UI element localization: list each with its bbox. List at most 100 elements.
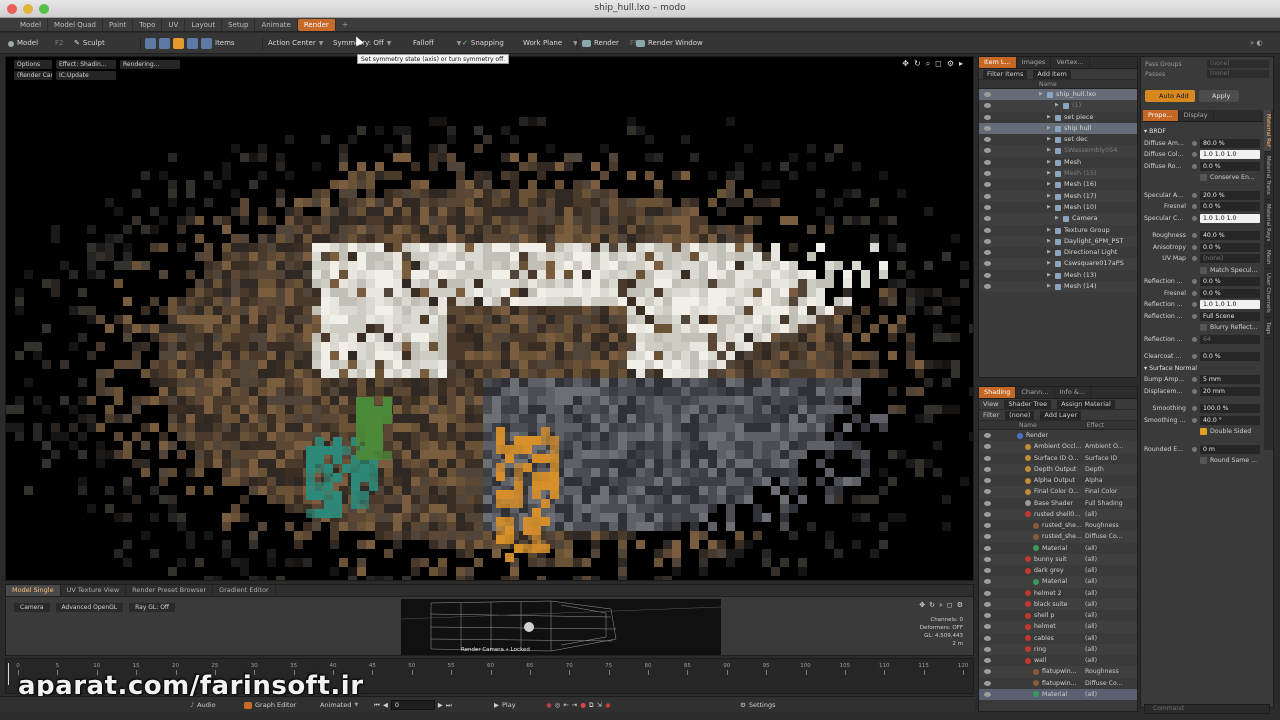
item-row[interactable]: ▶ Mesh (14)	[979, 281, 1137, 293]
shader-tree-dropdown[interactable]: Shader Tree	[1004, 399, 1052, 409]
visibility-eye-icon[interactable]	[984, 148, 991, 154]
sculpt-button[interactable]: ✎ Sculpt	[74, 37, 105, 50]
animate-channel-icon[interactable]	[1192, 152, 1197, 157]
visibility-eye-icon[interactable]	[984, 159, 991, 165]
item-row[interactable]: ▶ (1)	[979, 100, 1137, 112]
property-section-title[interactable]: ▾ Surface Normal	[1144, 364, 1197, 373]
shader-row[interactable]: rusted_she... Roughness	[979, 520, 1137, 531]
visibility-eye-icon[interactable]	[984, 193, 991, 199]
effect-column-header[interactable]: Effect	[1087, 422, 1104, 429]
shader-row[interactable]: rusted shell0... (all)	[979, 508, 1137, 520]
current-frame-field[interactable]: 0	[390, 700, 435, 710]
record-icon[interactable]: ●	[580, 700, 586, 710]
visibility-eye-icon[interactable]	[984, 444, 991, 450]
animate-channel-icon[interactable]	[1192, 354, 1197, 359]
auto-key-icon[interactable]: ⧉	[589, 700, 594, 710]
visibility-eye-icon[interactable]	[984, 171, 991, 177]
animate-channel-icon[interactable]	[1192, 388, 1197, 394]
property-value-field[interactable]: (none)	[1200, 254, 1260, 263]
command-input[interactable]: Command	[1144, 704, 1270, 714]
pan-icon[interactable]: ✥	[919, 601, 925, 610]
expand-arrow-icon[interactable]: ▶	[1047, 179, 1051, 190]
item-row[interactable]: ▶ Texture Group	[979, 225, 1137, 236]
item-row[interactable]: ▶ Mesh (10)	[979, 202, 1137, 213]
key-icon[interactable]: ◉	[546, 700, 552, 710]
visibility-eye-icon[interactable]	[984, 601, 991, 607]
shader-row[interactable]: helmet 2 (all)	[979, 588, 1137, 599]
name-column-header[interactable]: Name	[1039, 81, 1057, 88]
assign-material-button[interactable]: Assign Material	[1057, 399, 1115, 409]
animated-dropdown[interactable]: Animated ▼	[320, 700, 358, 710]
pass-groups-dropdown[interactable]: (none)	[1207, 60, 1269, 68]
animate-channel-icon[interactable]	[1192, 446, 1197, 452]
maximize-icon[interactable]: ◻	[947, 601, 953, 610]
visibility-eye-icon[interactable]	[984, 250, 991, 256]
visibility-eye-icon[interactable]	[984, 646, 991, 652]
expand-arrow-icon[interactable]: ▶	[1055, 213, 1059, 224]
visibility-eye-icon[interactable]	[984, 658, 991, 663]
item-row[interactable]: ▶ Daylight_6PM_PST	[979, 235, 1137, 248]
checkbox[interactable]	[1200, 174, 1207, 181]
shader-row[interactable]: Alpha Output Alpha	[979, 475, 1137, 486]
expand-arrow-icon[interactable]: ▶	[1047, 145, 1051, 156]
toolbar-overflow-icon[interactable]: » ◐	[1250, 37, 1263, 50]
item-row[interactable]: ▶ Mesh (13)	[979, 270, 1137, 281]
animate-channel-icon[interactable]	[1192, 377, 1197, 382]
gear-icon[interactable]: ⚙	[947, 59, 954, 69]
property-value-field[interactable]: 0.0 %	[1200, 352, 1260, 361]
expand-arrow-icon[interactable]: ▶	[1047, 112, 1051, 123]
animate-channel-icon[interactable]	[1192, 215, 1197, 221]
visibility-eye-icon[interactable]	[984, 466, 991, 472]
audio-button[interactable]: ♪ Audio	[190, 700, 216, 710]
delete-key-icon[interactable]: ◉	[605, 700, 611, 710]
shader-row[interactable]: flatupwin... Diffuse Co...	[979, 678, 1137, 689]
layout-tab-model-quad[interactable]: Model Quad	[48, 18, 103, 31]
visibility-eye-icon[interactable]	[984, 613, 991, 618]
visibility-eye-icon[interactable]	[984, 556, 991, 562]
expand-arrow-icon[interactable]: ▶	[1047, 247, 1051, 258]
zoom-icon[interactable]: ⌕	[926, 59, 930, 69]
viewport-menu-item[interactable]: Options	[14, 60, 52, 69]
item-list-tab[interactable]: Vertex...	[1051, 57, 1090, 68]
visibility-eye-icon[interactable]	[984, 92, 991, 97]
name-column-header[interactable]: Name	[1019, 422, 1037, 429]
property-value-field[interactable]: 5 mm	[1200, 375, 1260, 384]
bottom-view-menu-item[interactable]: Camera	[14, 603, 50, 612]
shader-row[interactable]: wall (all)	[979, 655, 1137, 666]
item-row[interactable]: ▶ Mesh (16)	[979, 179, 1137, 190]
polygon-select-icon[interactable]	[173, 38, 184, 49]
visibility-eye-icon[interactable]	[984, 691, 991, 697]
graph-editor-button[interactable]: Graph Editor	[244, 700, 296, 710]
animate-channel-icon[interactable]	[1192, 302, 1197, 307]
item-row[interactable]: ▶ Mesh (15)	[979, 168, 1137, 180]
item-row[interactable]: ▶ set dec	[979, 134, 1137, 145]
item-row[interactable]: ▶ Directional Light	[979, 247, 1137, 258]
shading-filter-dropdown[interactable]: (none)	[1005, 410, 1035, 420]
shader-row[interactable]: Material (all)	[979, 576, 1137, 588]
shader-row[interactable]: Material (all)	[979, 543, 1137, 554]
gear-icon[interactable]: ⚙	[957, 601, 963, 610]
add-item-button[interactable]: Add Item	[1033, 69, 1071, 79]
animate-channel-icon[interactable]	[1192, 192, 1197, 198]
visibility-eye-icon[interactable]	[984, 534, 991, 540]
animate-channel-icon[interactable]	[1192, 406, 1197, 411]
snapping-button[interactable]: ✓ Snapping	[462, 37, 504, 50]
expand-arrow-icon[interactable]: ▶	[1047, 236, 1051, 247]
property-value-field[interactable]: 20 mm	[1200, 386, 1260, 396]
properties-vertical-tab[interactable]: Mesh	[1264, 246, 1271, 270]
visibility-eye-icon[interactable]	[984, 523, 991, 528]
visibility-eye-icon[interactable]	[984, 137, 991, 143]
visibility-eye-icon[interactable]	[984, 478, 991, 483]
add-layer-button[interactable]: Add Layer	[1040, 410, 1082, 420]
animate-channel-icon[interactable]	[1192, 336, 1197, 342]
expand-arrow-icon[interactable]: ▶	[1047, 258, 1051, 269]
render-window-button[interactable]: Render Window	[636, 37, 703, 50]
visibility-eye-icon[interactable]	[984, 590, 991, 596]
property-value-field[interactable]: 20.0 %	[1200, 190, 1260, 200]
step-forward-icon[interactable]: ▶	[438, 700, 443, 710]
item-list-tab[interactable]: Images	[1017, 57, 1052, 68]
bottom-view-menu-item[interactable]: Ray GL: Off	[129, 603, 176, 612]
expand-arrow-icon[interactable]: ▶	[1047, 191, 1051, 202]
add-layout-tab-button[interactable]: +	[336, 20, 355, 29]
expand-arrow-icon[interactable]: ▶	[1047, 134, 1051, 145]
